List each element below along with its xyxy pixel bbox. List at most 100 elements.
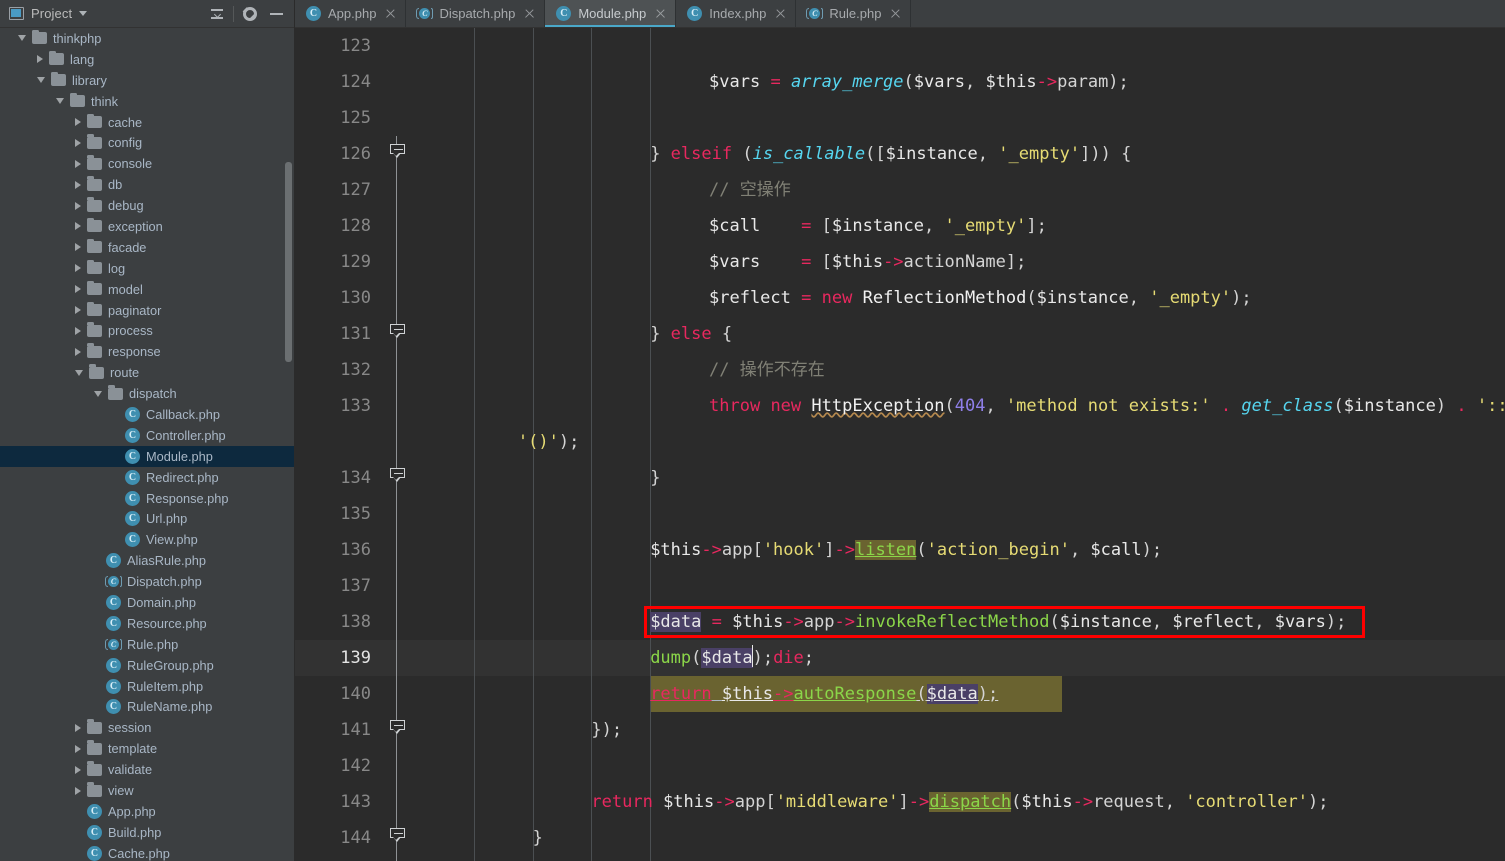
- fold-gutter[interactable]: [383, 316, 411, 352]
- tree-node-response-php[interactable]: C Response.php: [0, 488, 295, 509]
- tree-node-lang[interactable]: lang: [0, 49, 295, 70]
- code-text[interactable]: $reflect = new ReflectionMethod($instanc…: [411, 280, 1505, 316]
- fold-gutter[interactable]: [383, 208, 411, 244]
- tree-node-route[interactable]: route: [0, 362, 295, 383]
- tree-node-cache-php[interactable]: C Cache.php: [0, 843, 295, 861]
- chevron-right-icon[interactable]: [75, 264, 81, 273]
- tree-node-session[interactable]: session: [0, 717, 295, 738]
- code-text[interactable]: // 空操作: [411, 172, 1505, 208]
- chevron-right-icon[interactable]: [75, 347, 81, 356]
- code-line[interactable]: 131} else {: [295, 316, 1505, 352]
- fold-gutter[interactable]: [383, 640, 411, 676]
- tree-node-url-php[interactable]: C Url.php: [0, 508, 295, 529]
- code-line[interactable]: 127 // 空操作: [295, 172, 1505, 208]
- chevron-right-icon[interactable]: [75, 744, 81, 753]
- code-line[interactable]: 134}: [295, 460, 1505, 496]
- tree-node-exception[interactable]: exception: [0, 216, 295, 237]
- editor-tab-module-php[interactable]: C Module.php: [545, 0, 677, 27]
- tree-node-resource-php[interactable]: C Resource.php: [0, 613, 295, 634]
- code-text[interactable]: }: [411, 856, 1505, 861]
- code-line[interactable]: 130 $reflect = new ReflectionMethod($inst…: [295, 280, 1505, 316]
- code-text[interactable]: [411, 496, 1505, 532]
- fold-gutter[interactable]: [383, 280, 411, 316]
- code-line[interactable]: 136 $this->app['hook']->listen('action_be…: [295, 532, 1505, 568]
- tree-node-ruleitem-php[interactable]: C RuleItem.php: [0, 676, 295, 697]
- fold-gutter[interactable]: [383, 784, 411, 820]
- tree-node-rule-php[interactable]: C Rule.php: [0, 634, 295, 655]
- chevron-right-icon[interactable]: [75, 306, 81, 315]
- code-text[interactable]: }: [411, 820, 1505, 856]
- chevron-right-icon[interactable]: [75, 786, 81, 795]
- code-text[interactable]: '()');: [411, 424, 1505, 460]
- code-text[interactable]: [411, 568, 1505, 604]
- fold-gutter[interactable]: [383, 820, 411, 856]
- chevron-right-icon[interactable]: [75, 243, 81, 252]
- code-text[interactable]: }: [411, 460, 1505, 496]
- tree-node-app-php[interactable]: C App.php: [0, 801, 295, 822]
- chevron-right-icon[interactable]: [75, 118, 81, 126]
- collapse-all-button[interactable]: [204, 1, 230, 27]
- tree-node-redirect-php[interactable]: C Redirect.php: [0, 467, 295, 488]
- code-text[interactable]: } else {: [411, 316, 1505, 352]
- tree-node-view[interactable]: view: [0, 780, 295, 801]
- editor-tab-dispatch-php[interactable]: C Dispatch.php: [406, 0, 546, 27]
- code-text[interactable]: $vars = array_merge($vars, $this->param)…: [411, 64, 1505, 100]
- fold-gutter[interactable]: [383, 352, 411, 388]
- fold-gutter[interactable]: [383, 532, 411, 568]
- code-text[interactable]: $vars = [$this->actionName];: [411, 244, 1505, 280]
- editor-tab-app-php[interactable]: C App.php: [295, 0, 407, 27]
- fold-gutter[interactable]: [383, 496, 411, 532]
- code-text[interactable]: $this->app['hook']->listen('action_begin…: [411, 532, 1505, 568]
- fold-gutter[interactable]: [383, 856, 411, 861]
- code-line[interactable]: 133 throw new HttpException(404, 'method …: [295, 388, 1505, 424]
- fold-gutter[interactable]: [383, 64, 411, 100]
- chevron-right-icon[interactable]: [37, 55, 43, 64]
- code-text[interactable]: [411, 748, 1505, 784]
- chevron-right-icon[interactable]: [75, 201, 81, 210]
- chevron-right-icon[interactable]: [75, 326, 81, 335]
- code-text[interactable]: [411, 100, 1505, 136]
- fold-gutter[interactable]: [383, 604, 411, 640]
- code-line[interactable]: 128 $call = [$instance, '_empty'];: [295, 208, 1505, 244]
- code-line[interactable]: 138 $data = $this->app->invokeReflectMeth…: [295, 604, 1505, 640]
- tree-node-rulename-php[interactable]: C RuleName.php: [0, 697, 295, 718]
- code-text[interactable]: [411, 28, 1505, 64]
- fold-collapse-icon[interactable]: [389, 144, 405, 158]
- fold-gutter[interactable]: [383, 136, 411, 172]
- chevron-right-icon[interactable]: [75, 285, 81, 294]
- tree-node-response[interactable]: response: [0, 341, 295, 362]
- editor-tab-rule-php[interactable]: C Rule.php: [796, 0, 912, 27]
- fold-gutter[interactable]: [383, 388, 411, 424]
- chevron-down-icon[interactable]: [37, 77, 45, 84]
- code-line[interactable]: 135: [295, 496, 1505, 532]
- chevron-right-icon[interactable]: [75, 180, 81, 189]
- chevron-down-icon[interactable]: [94, 390, 102, 397]
- code-line[interactable]: 126} elseif (is_callable([$instance, '_e…: [295, 136, 1505, 172]
- fold-gutter[interactable]: [383, 676, 411, 712]
- tree-node-console[interactable]: console: [0, 153, 295, 174]
- chevron-right-icon[interactable]: [75, 765, 81, 774]
- tree-node-view-php[interactable]: C View.php: [0, 529, 295, 550]
- tree-node-domain-php[interactable]: C Domain.php: [0, 592, 295, 613]
- code-line[interactable]: 142: [295, 748, 1505, 784]
- project-tree[interactable]: thinkphp lang library think cache config conso…: [0, 28, 295, 861]
- code-text[interactable]: dump($data);die;: [411, 640, 1505, 676]
- code-editor[interactable]: 123 124 $vars = array_merge($vars, $this->…: [295, 28, 1505, 861]
- tree-node-config[interactable]: config: [0, 132, 295, 153]
- code-text[interactable]: return $this->app['middleware']->dispatc…: [411, 784, 1505, 820]
- chevron-down-icon[interactable]: [79, 11, 88, 16]
- fold-collapse-icon[interactable]: [389, 828, 405, 842]
- chevron-right-icon[interactable]: [75, 723, 81, 732]
- close-icon[interactable]: [890, 8, 901, 19]
- tree-node-dispatch[interactable]: dispatch: [0, 383, 295, 404]
- tree-node-process[interactable]: process: [0, 320, 295, 341]
- tree-node-debug[interactable]: debug: [0, 195, 295, 216]
- fold-gutter[interactable]: [383, 748, 411, 784]
- code-line[interactable]: 143 return $this->app['middleware']->disp…: [295, 784, 1505, 820]
- tree-node-cache[interactable]: cache: [0, 112, 295, 133]
- tree-node-callback-php[interactable]: C Callback.php: [0, 404, 295, 425]
- chevron-right-icon[interactable]: [75, 138, 81, 147]
- tree-node-paginator[interactable]: paginator: [0, 300, 295, 321]
- chevron-down-icon[interactable]: [56, 98, 64, 105]
- tree-node-log[interactable]: log: [0, 258, 295, 279]
